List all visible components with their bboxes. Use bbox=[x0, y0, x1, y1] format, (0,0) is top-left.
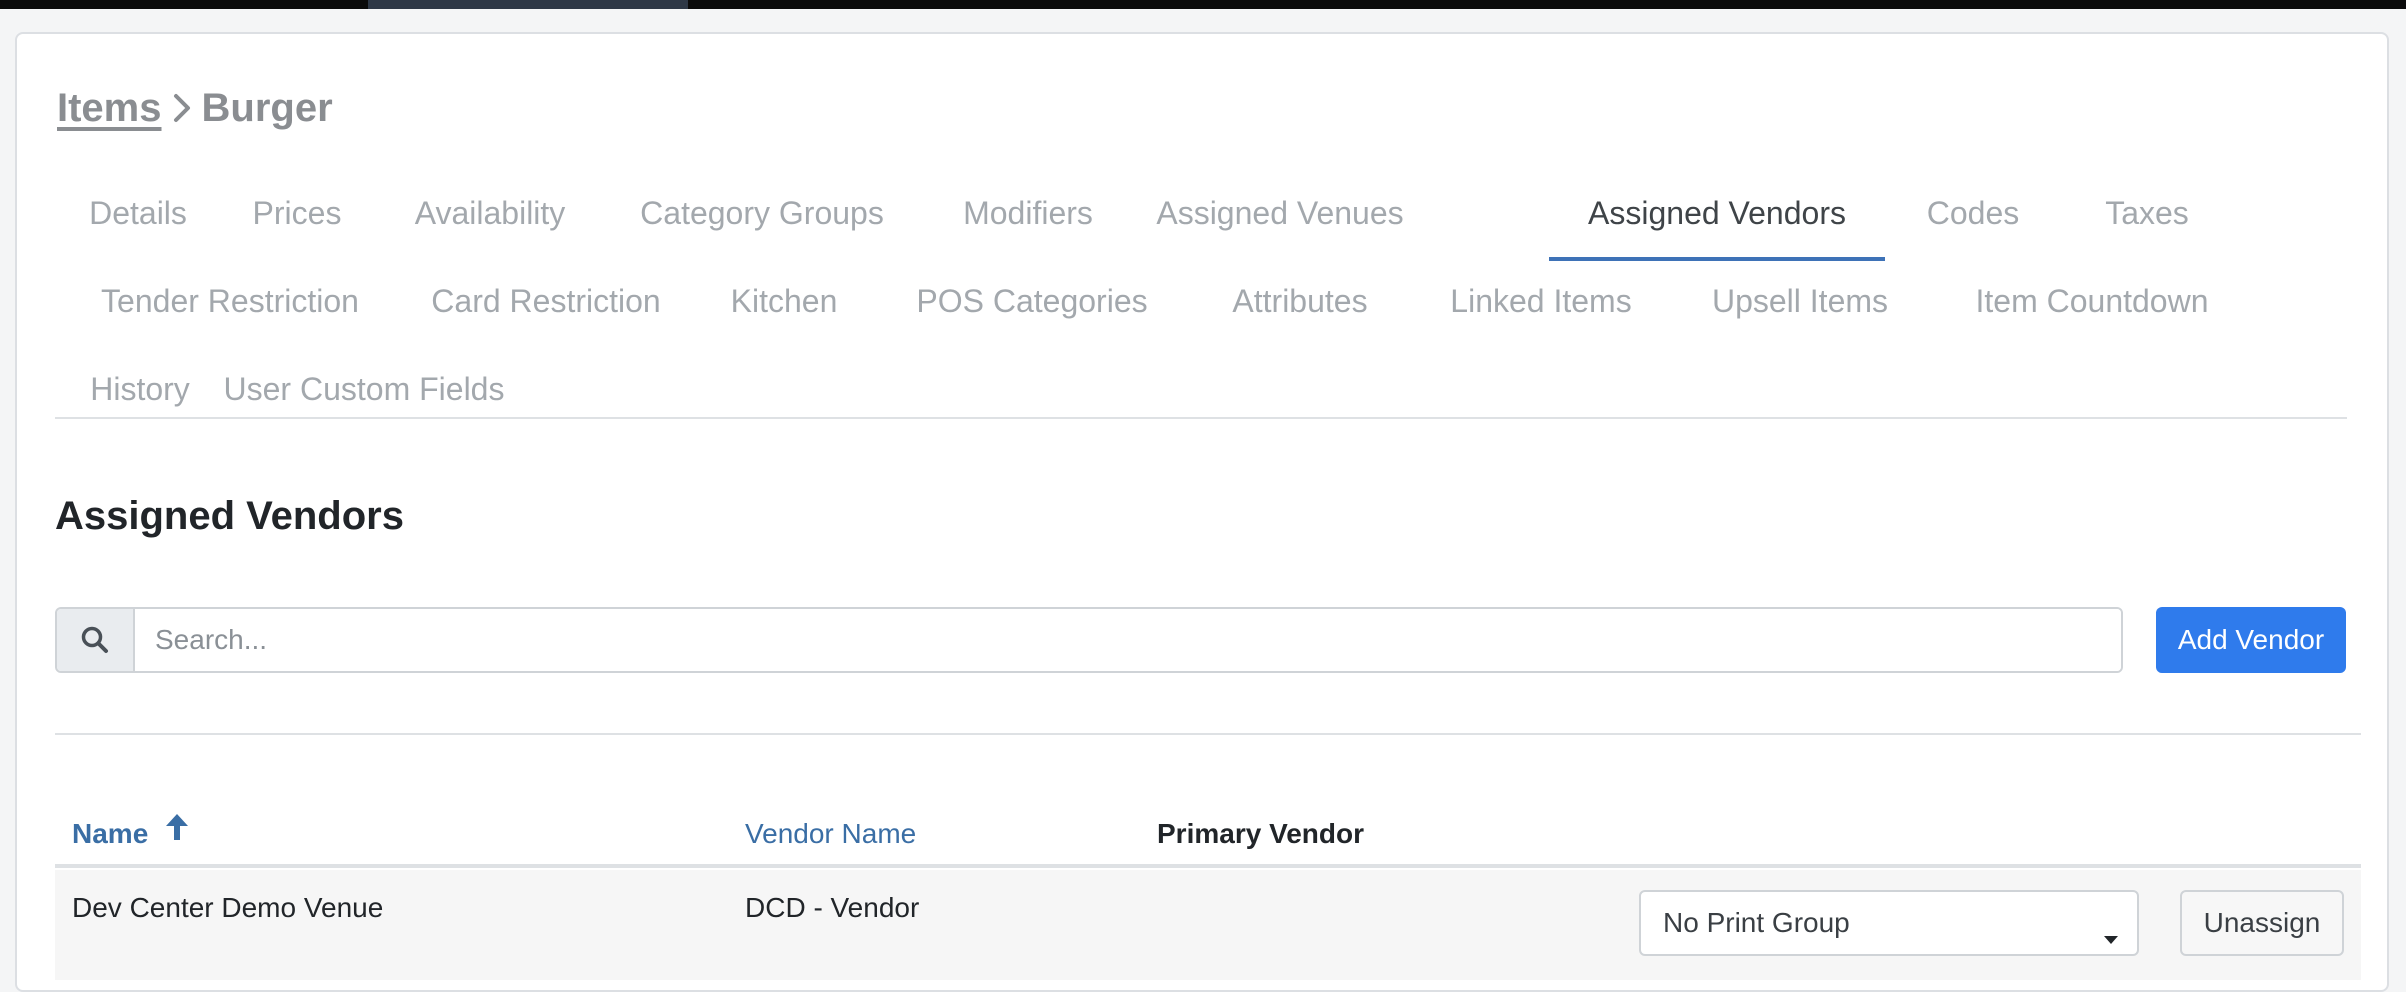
breadcrumb: Items Burger bbox=[57, 80, 333, 136]
search-icon bbox=[57, 609, 135, 671]
print-group-select[interactable]: No Print Group bbox=[1639, 890, 2139, 956]
top-bar bbox=[0, 0, 2406, 9]
tab-history[interactable]: History bbox=[57, 345, 223, 433]
cell-vendor-name: DCD - Vendor bbox=[745, 892, 920, 923]
search-input[interactable] bbox=[135, 609, 2121, 671]
table-header: Name Vendor Name Primary Vendor bbox=[55, 800, 2361, 868]
section-title: Assigned Vendors bbox=[55, 494, 404, 538]
caret-down-icon bbox=[2103, 920, 2119, 952]
column-header-vendor-name[interactable]: Vendor Name bbox=[745, 800, 916, 868]
table-row: Dev Center Demo Venue DCD - Vendor No Pr… bbox=[55, 870, 2361, 980]
print-group-select-value: No Print Group bbox=[1663, 907, 1850, 938]
chevron-right-icon bbox=[172, 93, 192, 123]
tab-card-restriction[interactable]: Card Restriction bbox=[403, 257, 689, 345]
column-header-name-label: Name bbox=[72, 818, 149, 849]
tab-taxes[interactable]: Taxes bbox=[2061, 169, 2233, 257]
sort-ascending-icon bbox=[164, 799, 190, 867]
tab-pos-categories[interactable]: POS Categories bbox=[879, 257, 1185, 345]
column-header-primary-vendor: Primary Vendor bbox=[1157, 818, 1364, 849]
tab-item-countdown[interactable]: Item Countdown bbox=[1933, 257, 2251, 345]
tab-category-groups[interactable]: Category Groups bbox=[605, 169, 919, 257]
tab-prices[interactable]: Prices bbox=[219, 169, 375, 257]
cell-name: Dev Center Demo Venue bbox=[72, 892, 384, 923]
search-divider bbox=[55, 733, 2361, 735]
breadcrumb-current: Burger bbox=[201, 85, 333, 130]
tab-details[interactable]: Details bbox=[57, 169, 219, 257]
tab-codes[interactable]: Codes bbox=[1885, 169, 2061, 257]
tab-tender-restriction[interactable]: Tender Restriction bbox=[57, 257, 403, 345]
tab-availability[interactable]: Availability bbox=[375, 169, 605, 257]
tab-assigned-venues[interactable]: Assigned Venues bbox=[1137, 169, 1423, 257]
top-bar-active-segment bbox=[368, 0, 688, 9]
tab-linked-items[interactable]: Linked Items bbox=[1415, 257, 1667, 345]
tab-assigned-vendors[interactable]: Assigned Vendors bbox=[1549, 169, 1885, 261]
unassign-button[interactable]: Unassign bbox=[2180, 890, 2344, 956]
breadcrumb-items-link[interactable]: Items bbox=[57, 86, 162, 131]
tab-attributes[interactable]: Attributes bbox=[1185, 257, 1415, 345]
tabs-divider bbox=[55, 417, 2347, 419]
tab-modifiers[interactable]: Modifiers bbox=[919, 169, 1137, 257]
tab-kitchen[interactable]: Kitchen bbox=[689, 257, 879, 345]
tab-upsell-items[interactable]: Upsell Items bbox=[1667, 257, 1933, 345]
tab-user-custom-fields[interactable]: User Custom Fields bbox=[223, 345, 505, 433]
search-group bbox=[55, 607, 2123, 673]
column-header-name[interactable]: Name bbox=[72, 800, 190, 868]
add-vendor-button[interactable]: Add Vendor bbox=[2156, 607, 2346, 673]
